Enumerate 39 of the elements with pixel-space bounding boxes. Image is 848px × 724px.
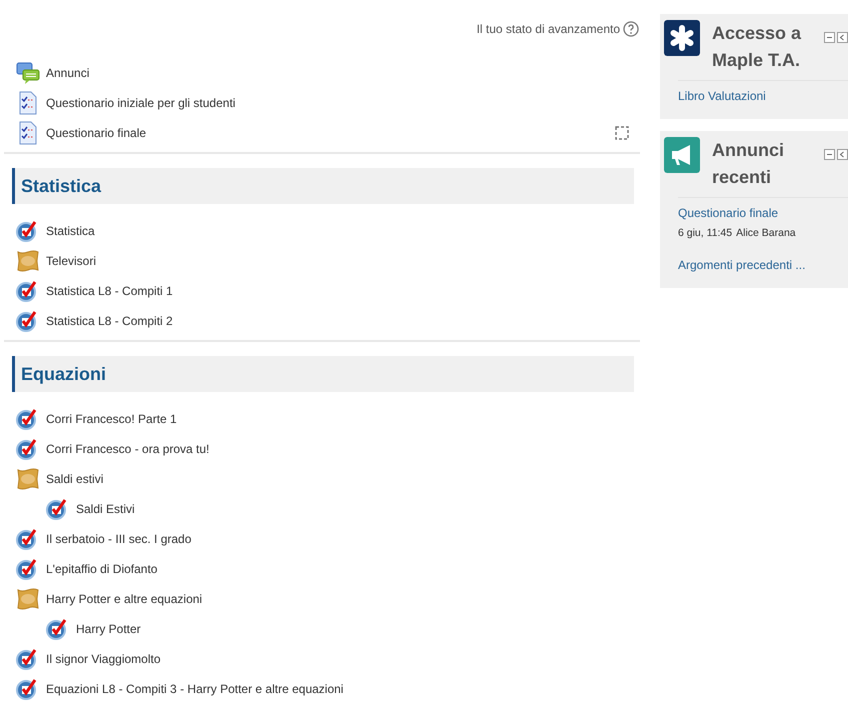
activity-link[interactable]: Televisori	[46, 252, 96, 270]
activity-link[interactable]: Questionario finale	[46, 124, 146, 142]
block-link[interactable]: Libro Valutazioni	[678, 87, 766, 105]
help-icon	[623, 21, 639, 37]
asterisk-icon	[664, 20, 700, 56]
block-title: Accesso a Maple T.A.	[712, 22, 802, 72]
block-title: Annunci recenti	[712, 139, 785, 189]
parchment-icon	[16, 587, 40, 611]
activity-link[interactable]: Harry Potter	[76, 620, 141, 638]
parchment-icon	[16, 467, 40, 491]
section-header: Equazioni	[12, 356, 634, 392]
activity-link[interactable]: Il signor Viaggiomolto	[46, 650, 161, 668]
activity-link[interactable]: Equazioni L8 - Compiti 3 - Harry Potter e altre equazioni	[46, 680, 344, 698]
activity-link[interactable]: Saldi estivi	[46, 470, 104, 488]
activity-link[interactable]: Statistica L8 - Compiti 2	[46, 312, 173, 330]
block-link[interactable]: Argomenti precedenti ...	[678, 256, 806, 274]
activity-link[interactable]: Saldi Estivi	[76, 500, 135, 518]
activity-link[interactable]: Il serbatoio - III sec. I grado	[46, 530, 192, 548]
post-link[interactable]: Questionario finale	[678, 204, 778, 222]
activity-link[interactable]: Harry Potter e altre equazioni	[46, 590, 202, 608]
activity-link[interactable]: Statistica	[46, 222, 95, 240]
activity-link[interactable]: Annunci	[46, 64, 90, 82]
post-date: 6 giu, 11:45	[678, 226, 732, 241]
completion-checkbox[interactable]	[614, 125, 630, 141]
activity-link[interactable]: L'epitaffio di Diofanto	[46, 560, 158, 578]
speech-bubbles-icon	[16, 61, 40, 85]
activity-link[interactable]: Corri Francesco! Parte 1	[46, 410, 177, 428]
minimize-icon[interactable]	[824, 149, 835, 160]
megaphone-icon	[664, 137, 700, 173]
dock-icon[interactable]	[837, 149, 848, 160]
section-header: Statistica	[12, 168, 634, 204]
activity-link[interactable]: Questionario iniziale per gli studenti	[46, 94, 236, 112]
activity-link[interactable]: Corri Francesco - ora prova tu!	[46, 440, 210, 458]
activity-link[interactable]: Statistica L8 - Compiti 1	[46, 282, 173, 300]
progress-label: Il tuo stato di avanzamento	[476, 21, 620, 38]
post-author: Alice Barana	[736, 226, 796, 241]
minimize-icon[interactable]	[824, 32, 835, 43]
parchment-icon	[16, 249, 40, 273]
dock-icon[interactable]	[837, 32, 848, 43]
